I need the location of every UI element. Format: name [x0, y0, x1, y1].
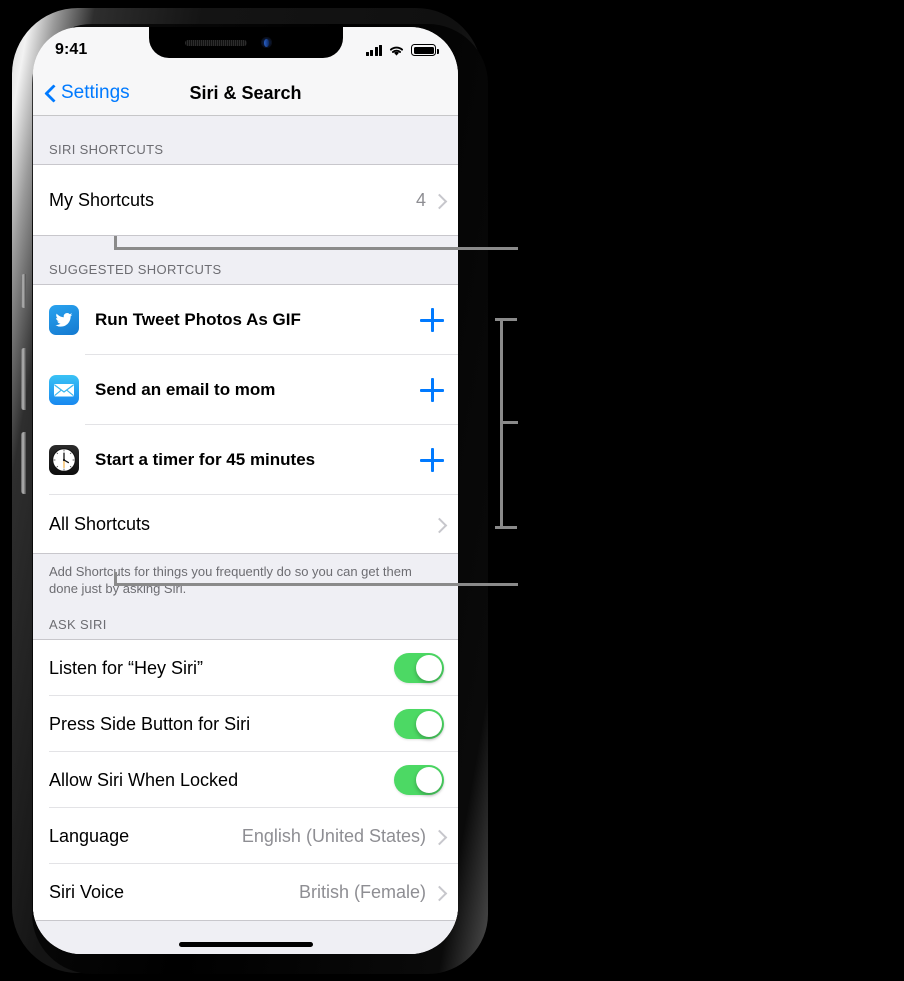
toggle-listen-for-hey-siri[interactable]: [394, 653, 444, 683]
chevron-right-icon: [434, 516, 444, 533]
list-ask-siri: Listen for “Hey Siri” Press Side Button …: [33, 639, 458, 921]
row-suggested-shortcut[interactable]: Send an email to mom: [33, 355, 458, 425]
twitter-app-icon: [49, 305, 79, 335]
back-button-label: Settings: [61, 82, 130, 103]
status-time: 9:41: [55, 41, 88, 58]
row-value: 4: [415, 189, 426, 210]
row-label: Siri Voice: [49, 881, 125, 902]
wifi-icon: [389, 46, 404, 56]
row-label: Listen for “Hey Siri”: [49, 657, 204, 678]
status-indicators: [365, 42, 439, 57]
row-label: Send an email to mom: [95, 380, 276, 399]
section-header-siri-shortcuts: SIRI SHORTCUTS: [49, 142, 164, 157]
row-value: British (Female): [298, 881, 426, 902]
toggle-allow-siri-when-locked[interactable]: [394, 765, 444, 795]
toggle-knob: [416, 655, 442, 681]
navigation-bar: Settings Siri & Search: [33, 71, 458, 116]
cellular-bars-icon: [365, 44, 382, 56]
screenshot-stage: 9:41 Settings Siri & Search SIRI SHORTCU…: [0, 0, 904, 981]
volume-down-button[interactable]: [21, 432, 26, 494]
battery-full-icon: [411, 44, 439, 56]
mail-app-icon: [49, 375, 79, 405]
silent-switch[interactable]: [21, 274, 26, 308]
row-allow-siri-when-locked[interactable]: Allow Siri When Locked: [33, 752, 458, 808]
back-button[interactable]: Settings: [45, 82, 130, 104]
toggle-knob: [416, 767, 442, 793]
toggle-knob: [416, 711, 442, 737]
earpiece-speaker-icon: [184, 40, 247, 46]
chevron-right-icon: [434, 192, 444, 209]
plus-icon[interactable]: [420, 378, 444, 402]
section-header-ask-siri: ASK SIRI: [49, 617, 107, 632]
row-suggested-shortcut[interactable]: Run Tweet Photos As GIF: [33, 285, 458, 355]
home-indicator[interactable]: [178, 942, 313, 947]
row-all-shortcuts[interactable]: All Shortcuts: [33, 495, 458, 553]
row-label: Start a timer for 45 minutes: [95, 450, 316, 469]
row-language[interactable]: Language English (United States): [33, 808, 458, 864]
row-suggested-shortcut[interactable]: Start a timer for 45 minutes: [33, 425, 458, 495]
row-label: Press Side Button for Siri: [49, 713, 251, 734]
row-label: My Shortcuts: [49, 189, 155, 210]
row-label: Allow Siri When Locked: [49, 769, 239, 790]
notch: [148, 27, 343, 58]
chevron-right-icon: [434, 884, 444, 901]
list-siri-shortcuts: My Shortcuts 4: [33, 164, 458, 236]
row-value: English (United States): [241, 825, 426, 846]
row-label: All Shortcuts: [49, 513, 151, 534]
list-suggested-shortcuts: Run Tweet Photos As GIF Send an email to…: [33, 284, 458, 554]
section-footer-suggested-shortcuts: Add Shortcuts for things you frequently …: [49, 564, 412, 596]
front-camera-icon: [260, 37, 272, 48]
clock-app-icon: [49, 445, 79, 475]
toggle-press-side-button-for-siri[interactable]: [394, 709, 444, 739]
row-label: Run Tweet Photos As GIF: [95, 310, 301, 329]
row-my-shortcuts[interactable]: My Shortcuts 4: [33, 165, 458, 235]
settings-content: SIRI SHORTCUTS My Shortcuts 4 SUGGESTED …: [33, 116, 458, 954]
row-listen-for-hey-siri[interactable]: Listen for “Hey Siri”: [33, 640, 458, 696]
phone-screen: 9:41 Settings Siri & Search SIRI SHORTCU…: [33, 27, 458, 954]
section-header-suggested-shortcuts: SUGGESTED SHORTCUTS: [49, 262, 222, 277]
plus-icon[interactable]: [420, 448, 444, 472]
row-label: Language: [49, 825, 130, 846]
row-siri-voice[interactable]: Siri Voice British (Female): [33, 864, 458, 920]
chevron-right-icon: [434, 828, 444, 845]
volume-up-button[interactable]: [21, 348, 26, 410]
chevron-left-icon: [45, 84, 56, 103]
row-press-side-button-for-siri[interactable]: Press Side Button for Siri: [33, 696, 458, 752]
plus-icon[interactable]: [420, 308, 444, 332]
